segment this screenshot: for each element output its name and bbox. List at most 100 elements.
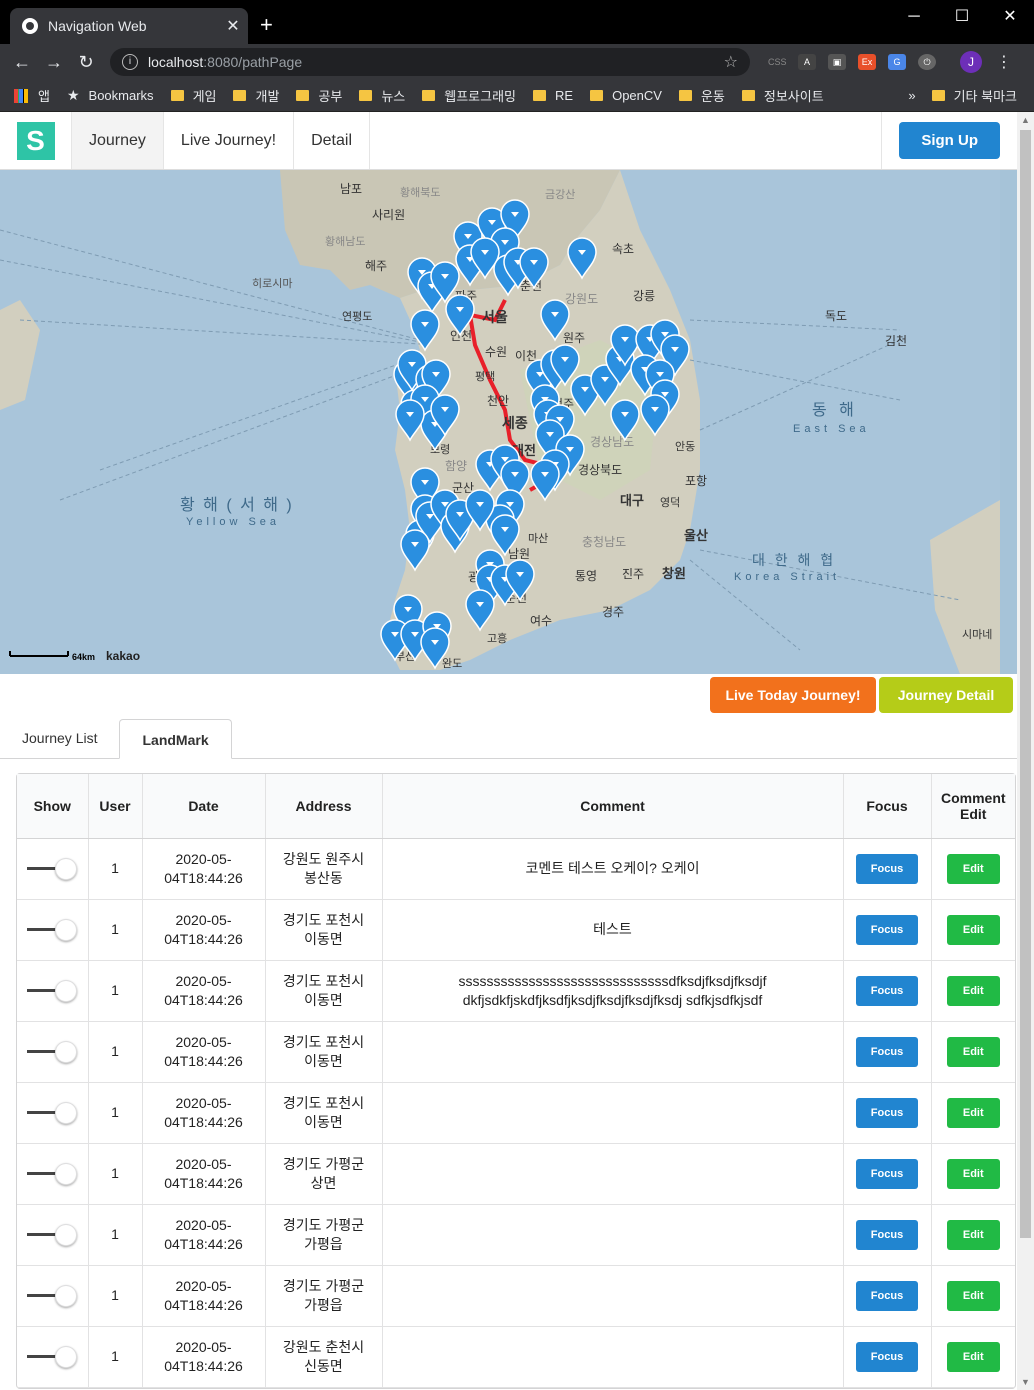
show-toggle[interactable] — [27, 1162, 78, 1185]
bookmark-folder[interactable]: 뉴스 — [359, 86, 405, 105]
tab-journey-list[interactable]: Journey List — [0, 718, 119, 758]
edit-button[interactable]: Edit — [946, 1219, 1000, 1250]
edit-button[interactable]: Edit — [946, 1158, 1000, 1189]
map-canvas[interactable]: 남포 사리원 황해북도 황해남도 해주 연평도 히로시마 파주 서울 인천 수원… — [0, 170, 1000, 674]
address-cell: 강원도 춘천시 신동면 — [264, 1326, 382, 1388]
back-icon[interactable]: ← — [6, 52, 38, 73]
maximize-button[interactable]: ☐ — [938, 4, 986, 30]
close-window-button[interactable]: ✕ — [986, 4, 1034, 30]
region-label: 황해남도 — [325, 234, 365, 248]
bookmark-folder[interactable]: 공부 — [296, 86, 342, 105]
edit-button[interactable]: Edit — [946, 975, 1000, 1006]
comment-cell: 코멘트 테스트 오케이? 오케이 — [381, 838, 843, 900]
scroll-up-icon[interactable]: ▲ — [1017, 112, 1034, 128]
edit-button[interactable]: Edit — [946, 853, 1000, 884]
bookmark-folder[interactable]: 게임 — [170, 86, 216, 105]
edit-button[interactable]: Edit — [946, 1097, 1000, 1128]
show-toggle[interactable] — [27, 857, 78, 880]
bookmark-apps[interactable]: 앱 — [14, 86, 50, 105]
show-toggle[interactable] — [27, 1284, 78, 1307]
show-toggle[interactable] — [27, 1101, 78, 1124]
info-icon[interactable]: i — [122, 54, 138, 70]
bookmark-folder[interactable]: 운동 — [678, 86, 725, 105]
menu-kebab-icon[interactable]: ⋮ — [996, 52, 1012, 72]
scroll-down-icon[interactable]: ▼ — [1017, 1374, 1034, 1390]
region-label: 황해북도 — [400, 185, 440, 199]
show-toggle[interactable] — [27, 979, 78, 1002]
journey-map[interactable]: 남포 사리원 황해북도 황해남도 해주 연평도 히로시마 파주 서울 인천 수원… — [0, 170, 1017, 674]
kakao-logo: kakao — [106, 649, 140, 663]
bookmark-folder[interactable]: 정보사이트 — [741, 86, 824, 105]
address-bar[interactable]: i localhost :8080/pathPage ☆ — [110, 48, 750, 76]
toggle-knob — [55, 1345, 78, 1368]
forward-icon[interactable]: → — [38, 52, 70, 73]
bookmark-other[interactable]: 기타 북마크 — [931, 86, 1017, 105]
sign-up-button[interactable]: Sign Up — [899, 122, 1000, 159]
bookmark-star-icon[interactable]: ☆ — [724, 52, 738, 72]
nav-live-journey[interactable]: Live Journey! — [164, 112, 295, 169]
focus-button[interactable]: Focus — [856, 975, 918, 1006]
focus-button[interactable]: Focus — [856, 1280, 918, 1311]
window-extension-icon[interactable]: ▣ — [828, 54, 846, 70]
bookmark-folder[interactable]: 웹프로그래밍 — [422, 86, 516, 105]
sea-label: 황 해 ( 서 해 ) — [180, 496, 294, 514]
city-label: 속초 — [612, 242, 634, 256]
show-cell — [17, 1082, 88, 1144]
show-toggle[interactable] — [27, 918, 78, 941]
live-today-journey-button[interactable]: Live Today Journey! — [710, 677, 876, 713]
edit-button[interactable]: Edit — [946, 1341, 1000, 1372]
browser-tab[interactable]: Navigation Web ✕ — [10, 8, 248, 44]
bookmark-bookmarks[interactable]: ★ Bookmarks — [67, 87, 154, 104]
scrollbar-thumb[interactable] — [1020, 130, 1031, 1238]
focus-cell: Focus — [842, 1082, 931, 1144]
sea-label: 대 한 해 협 — [752, 552, 836, 568]
focus-cell: Focus — [842, 1265, 931, 1327]
bookmark-folder[interactable]: RE — [533, 88, 573, 103]
page-scrollbar[interactable]: ▲ ▼ — [1017, 112, 1034, 1390]
address-line: 경기도 가평군 — [282, 1216, 365, 1233]
focus-button[interactable]: Focus — [856, 914, 918, 945]
address-line: 이동면 — [304, 991, 343, 1008]
date-cell: 2020-05- 04T18:44:26 — [141, 1204, 265, 1266]
focus-button[interactable]: Focus — [856, 853, 918, 884]
focus-button[interactable]: Focus — [856, 1341, 918, 1372]
focus-button[interactable]: Focus — [856, 1158, 918, 1189]
edit-button[interactable]: Edit — [946, 1280, 1000, 1311]
a-extension-icon[interactable]: A — [798, 54, 816, 70]
nav-detail[interactable]: Detail — [294, 112, 370, 169]
css-extension-icon[interactable]: CSS — [768, 54, 787, 70]
bookmark-folder[interactable]: 개발 — [233, 86, 279, 105]
city-label: 시마네 — [962, 628, 992, 641]
folder-icon — [741, 90, 755, 101]
nav-journey[interactable]: Journey — [72, 112, 164, 169]
show-toggle[interactable] — [27, 1223, 78, 1246]
focus-button[interactable]: Focus — [856, 1219, 918, 1250]
comment-cell: ssssssssssssssssssssssssssssssdfksdjfksd… — [381, 960, 843, 1022]
bookmarks-overflow-icon[interactable]: » — [908, 88, 915, 103]
new-tab-button[interactable]: + — [260, 12, 273, 38]
minimize-button[interactable]: ─ — [890, 4, 938, 30]
journey-detail-button[interactable]: Journey Detail — [879, 677, 1013, 713]
user-cell: 1 — [87, 838, 142, 900]
sea-label: East Sea — [793, 423, 870, 435]
reload-icon[interactable]: ↻ — [70, 52, 102, 73]
city-label: 남포 — [340, 182, 362, 196]
focus-button[interactable]: Focus — [856, 1036, 918, 1067]
island-label: 김천 — [885, 333, 907, 348]
comment-cell — [381, 1143, 843, 1205]
sea-label: 동 해 — [812, 401, 858, 419]
tab-close-icon[interactable]: ✕ — [222, 16, 244, 36]
show-toggle[interactable] — [27, 1345, 78, 1368]
translate-extension-icon[interactable]: G — [888, 54, 906, 70]
address-line: 상면 — [310, 1174, 337, 1191]
focus-button[interactable]: Focus — [856, 1097, 918, 1128]
ex-extension-icon[interactable]: Ex — [858, 54, 876, 70]
bookmark-folder[interactable]: OpenCV — [590, 88, 662, 103]
power-extension-icon[interactable]: ⏻ — [918, 54, 936, 70]
logo[interactable]: S — [0, 112, 72, 169]
edit-button[interactable]: Edit — [946, 914, 1000, 945]
show-toggle[interactable] — [27, 1040, 78, 1063]
edit-button[interactable]: Edit — [946, 1036, 1000, 1067]
tab-landmark[interactable]: LandMark — [119, 719, 232, 759]
profile-avatar[interactable]: J — [960, 51, 982, 73]
